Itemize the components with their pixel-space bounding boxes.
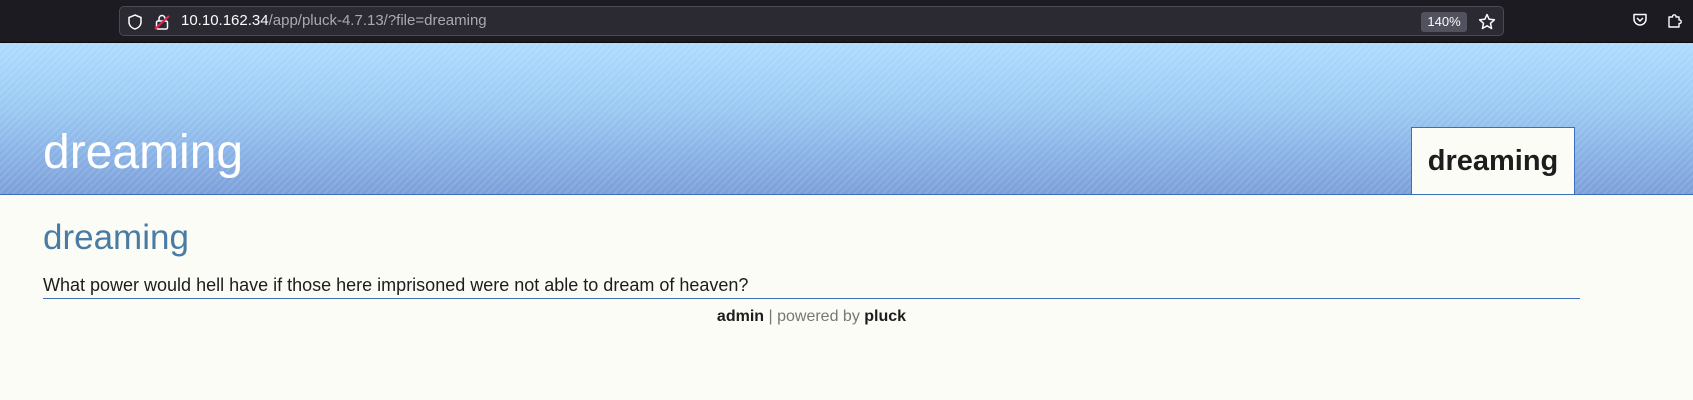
pluck-link[interactable]: pluck: [864, 308, 906, 325]
url-bar[interactable]: 10.10.162.34/app/pluck-4.7.13/?file=drea…: [119, 6, 1504, 36]
insecure-lock-icon[interactable]: [154, 14, 170, 35]
footer-separator: | powered by: [764, 308, 865, 325]
page-text: What power would hell have if those here…: [43, 275, 1580, 299]
admin-link[interactable]: admin: [717, 308, 764, 325]
url-host: 10.10.162.34: [181, 12, 269, 29]
bookmark-star-icon[interactable]: [1478, 13, 1496, 36]
url-path: /app/pluck-4.7.13/?file=dreaming: [268, 12, 487, 29]
browser-toolbar: 10.10.162.34/app/pluck-4.7.13/?file=drea…: [0, 0, 1693, 43]
zoom-level-badge[interactable]: 140%: [1421, 12, 1467, 32]
pocket-icon[interactable]: [1632, 12, 1648, 33]
site-footer: admin | powered by pluck: [0, 308, 1623, 326]
nav-tab-dreaming[interactable]: dreaming: [1411, 127, 1575, 194]
shield-icon[interactable]: [128, 14, 142, 35]
page-title: dreaming: [43, 218, 189, 257]
site-title: dreaming: [43, 126, 244, 179]
page-content: dreaming What power would hell have if t…: [43, 220, 1580, 299]
url-text[interactable]: 10.10.162.34/app/pluck-4.7.13/?file=drea…: [181, 12, 487, 29]
extensions-puzzle-icon[interactable]: [1667, 12, 1683, 33]
site-header: dreaming dreaming: [0, 43, 1693, 195]
